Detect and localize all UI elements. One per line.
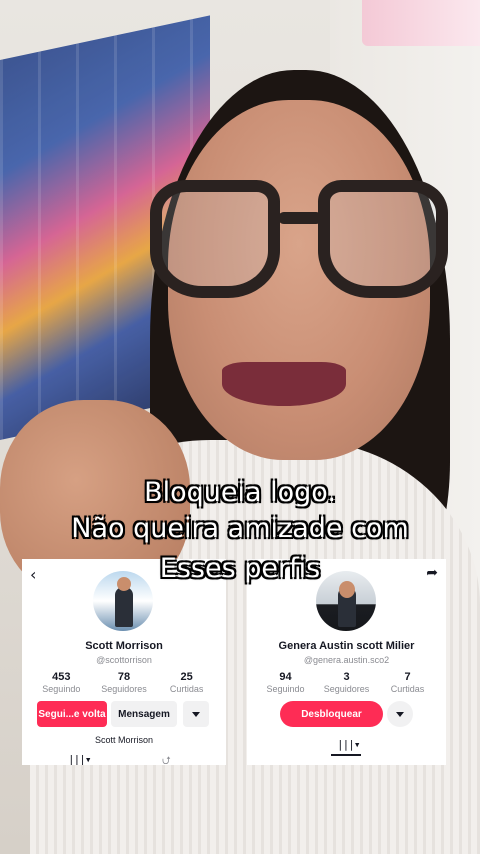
chevron-down-icon	[192, 711, 200, 717]
more-options-button[interactable]	[387, 701, 413, 727]
message-button[interactable]: Mensagem	[111, 701, 177, 727]
presenter-glasses	[150, 180, 460, 310]
likes-count: 25	[180, 671, 193, 683]
followers-stat[interactable]: 78 Seguidores	[93, 671, 155, 695]
followers-label: Seguidores	[101, 684, 147, 694]
following-label: Seguindo	[42, 684, 81, 694]
grid-icon[interactable]: |||▾	[337, 738, 360, 751]
follow-back-button[interactable]: Segui...e volta	[37, 701, 107, 727]
suggested-account-name[interactable]: Scott Morrison	[22, 735, 226, 745]
more-options-button[interactable]	[183, 701, 209, 727]
profile-stats: 94 Seguindo 3 Seguidores 7 Curtidas	[247, 671, 446, 695]
chevron-down-icon	[396, 711, 404, 717]
followers-stat[interactable]: 3 Seguidores	[316, 671, 376, 695]
likes-label: Curtidas	[169, 684, 204, 694]
profile-stats: 453 Seguindo 78 Seguidores 25 Curtidas	[22, 671, 226, 695]
profile-card-right: ➦ Genera Austin scott Milier @genera.aus…	[247, 559, 446, 765]
followers-count: 3	[343, 671, 350, 683]
followers-count: 78	[117, 671, 131, 683]
following-count: 453	[52, 671, 71, 683]
following-stat[interactable]: 453 Seguindo	[30, 671, 92, 695]
presenter-mouth	[222, 362, 346, 406]
likes-stat: 7 Curtidas	[377, 671, 437, 695]
likes-stat: 25 Curtidas	[156, 671, 218, 695]
grid-icon[interactable]: |||▾	[68, 753, 91, 765]
caption-line-2: Não queira amizade com	[71, 513, 409, 544]
following-label: Seguindo	[266, 684, 305, 694]
profile-handle: @genera.austin.sco2	[303, 655, 390, 665]
repost-icon[interactable]: ⮍	[162, 752, 171, 765]
profile-card-left: ‹ Scott Morrison @scottorrison 453 Segui…	[22, 559, 226, 765]
followers-label: Seguidores	[323, 684, 370, 694]
following-stat[interactable]: 94 Seguindo	[255, 671, 315, 695]
profile-name: Genera Austin scott Milier	[278, 640, 415, 652]
wall-poster	[362, 0, 480, 46]
caption-line-3: Esses perfis	[159, 553, 321, 584]
profile-handle: @scottorrison	[96, 655, 152, 665]
active-tab-indicator	[331, 754, 361, 756]
unblock-button[interactable]: Desbloquear	[280, 701, 383, 727]
likes-label: Curtidas	[390, 684, 425, 694]
profile-name: Scott Morrison	[85, 640, 163, 652]
following-count: 94	[279, 671, 292, 683]
caption-line-1: Bloqueia logo.	[144, 477, 336, 508]
likes-count: 7	[404, 671, 411, 683]
